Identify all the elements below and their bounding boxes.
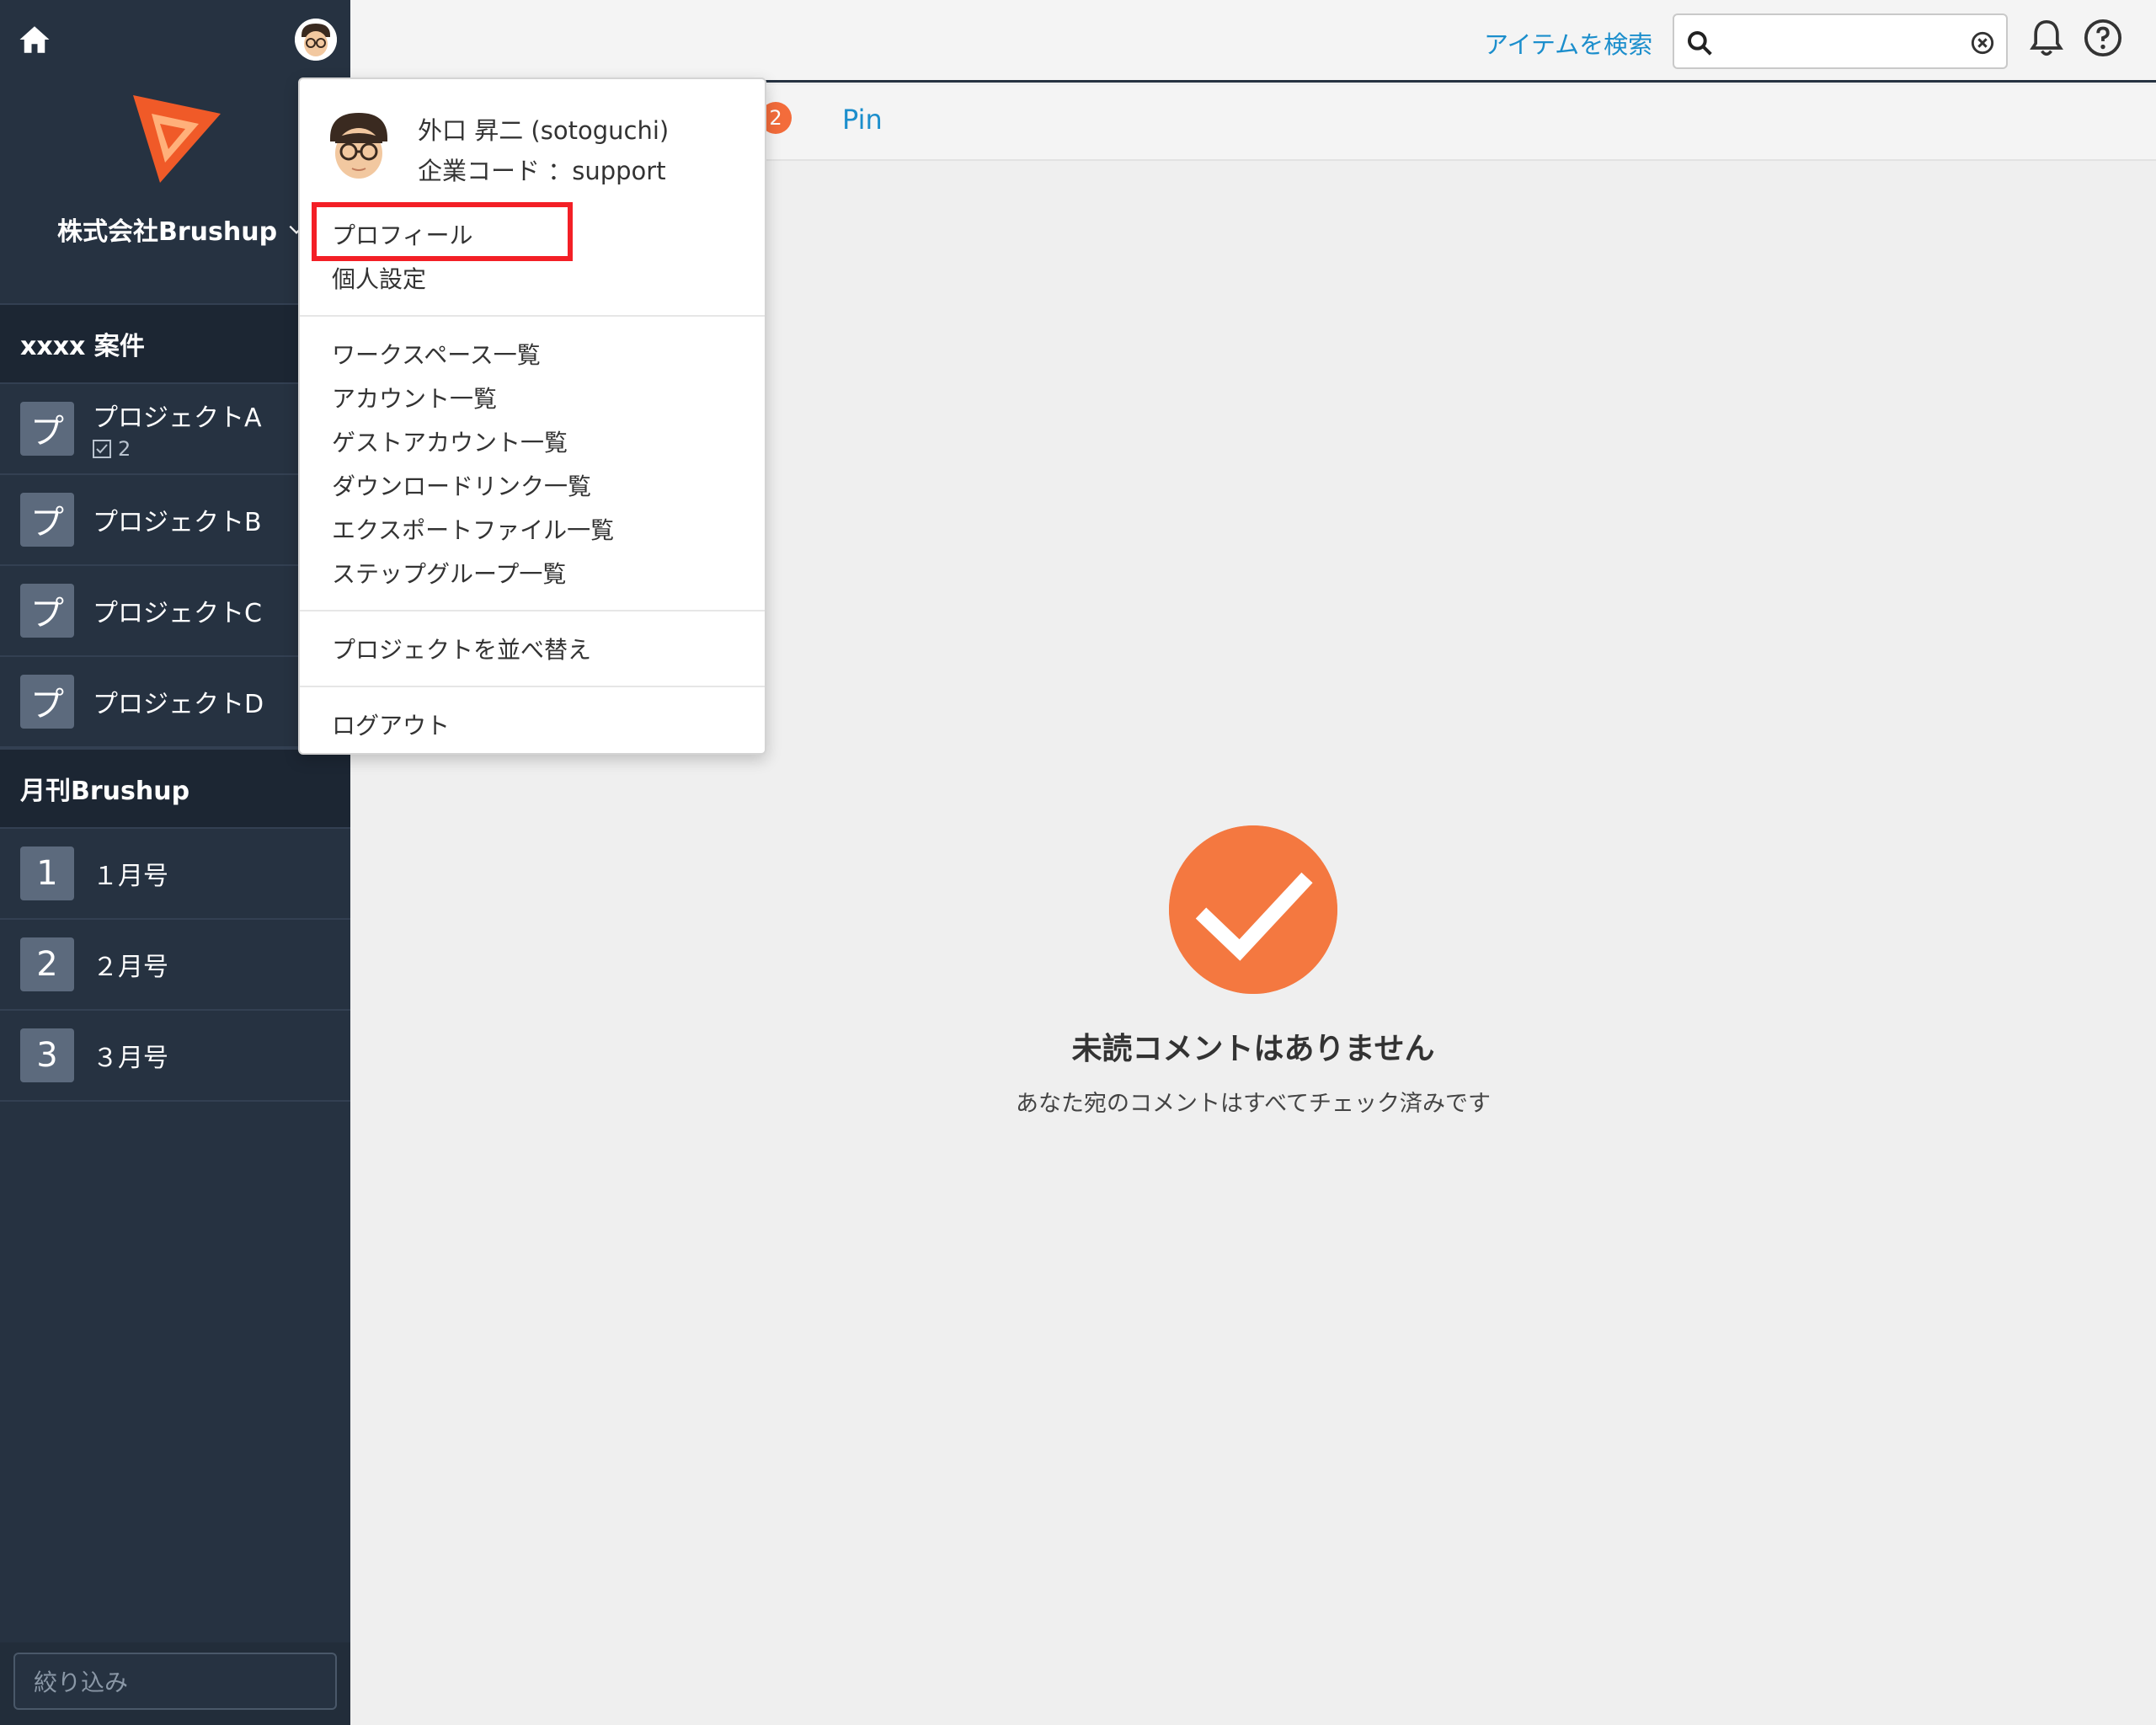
empty-state-subtitle: あなた宛のコメントはすべてチェック済みです [1015, 1091, 1492, 1117]
sidebar-item-label: ３月号 [93, 1044, 168, 1073]
sidebar-item-issue-1[interactable]: 1 １月号 [0, 829, 350, 920]
divider [300, 686, 765, 687]
sidebar-item-label: ２月号 [93, 953, 168, 982]
sidebar-item-label: １月号 [93, 862, 168, 891]
project-badge: プ [20, 584, 74, 638]
menu-item-accounts[interactable]: アカウント一覧 [332, 381, 497, 414]
company-selector[interactable]: 株式会社Brushup [57, 211, 306, 248]
section-header[interactable]: 月刊Brushup [0, 748, 350, 829]
search-input[interactable] [1723, 24, 1959, 61]
avatar-icon [318, 104, 399, 185]
menu-item-download-links[interactable]: ダウンロードリンク一覧 [332, 468, 591, 502]
menu-item-export-files[interactable]: エクスポートファイル一覧 [332, 512, 614, 546]
issue-badge: 3 [20, 1028, 74, 1082]
company-code: 企業コード ：support [418, 157, 666, 185]
project-badge: プ [20, 493, 74, 547]
empty-state-title: 未読コメントはありません [1071, 1032, 1435, 1066]
avatar [318, 104, 399, 185]
sidebar-item-label: プロジェクトB [93, 508, 262, 537]
user-menu: 外口 昇二 (sotoguchi) 企業コード ：support プロフィール … [298, 77, 766, 755]
menu-item-logout[interactable]: ログアウト [332, 708, 450, 741]
brushup-logo [133, 95, 221, 183]
highlight-box [312, 202, 573, 261]
home-icon[interactable] [17, 22, 52, 57]
tab-pin[interactable]: Pin [842, 104, 883, 136]
sidebar-item-label: プロジェクトA [93, 403, 262, 433]
top-bar: アイテムを検索 [350, 0, 2156, 83]
user-avatar-button[interactable] [295, 19, 337, 61]
sidebar-item-issue-3[interactable]: 3 ３月号 [0, 1011, 350, 1102]
issue-badge: 2 [20, 937, 74, 991]
issue-badge: 1 [20, 846, 74, 900]
divider [300, 315, 765, 317]
menu-item-workspaces[interactable]: ワークスペース一覧 [332, 337, 541, 371]
company-name: 株式会社Brushup [57, 217, 278, 247]
task-count: 2 [93, 437, 262, 461]
check-circle-icon [1169, 825, 1337, 994]
menu-item-step-groups[interactable]: ステップグループ一覧 [332, 556, 566, 590]
search-items-link[interactable]: アイテムを検索 [1484, 25, 1652, 61]
menu-item-sort-projects[interactable]: プロジェクトを並べ替え [332, 632, 591, 665]
search-box[interactable] [1673, 13, 2008, 69]
user-name: 外口 昇二 (sotoguchi) [418, 116, 670, 145]
avatar-icon [295, 19, 337, 61]
help-icon[interactable] [2084, 19, 2122, 57]
divider [300, 610, 765, 611]
filter-input[interactable]: 絞り込み [13, 1653, 337, 1710]
search-icon [1688, 31, 1712, 56]
project-badge: プ [20, 675, 74, 729]
checkbox-icon [93, 440, 111, 458]
clear-icon[interactable] [1971, 31, 1994, 55]
bell-icon[interactable] [2028, 19, 2065, 59]
sidebar-item-label: プロジェクトD [93, 690, 264, 719]
sidebar-item-label: プロジェクトC [93, 599, 262, 628]
menu-item-guest-accounts[interactable]: ゲストアカウント一覧 [332, 425, 568, 458]
sidebar-item-issue-2[interactable]: 2 ２月号 [0, 920, 350, 1011]
project-badge: プ [20, 402, 74, 456]
menu-item-personal-settings[interactable]: 個人設定 [332, 261, 426, 295]
